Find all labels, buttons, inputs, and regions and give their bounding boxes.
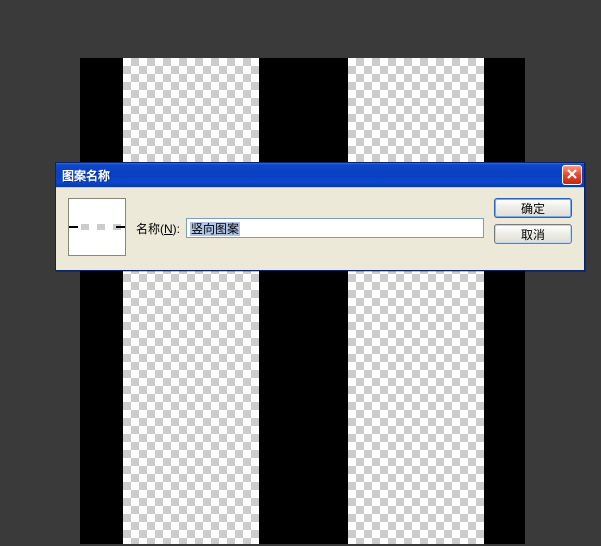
preview-dash-left (69, 226, 78, 228)
pattern-column-left (123, 58, 259, 544)
dialog-titlebar[interactable]: 图案名称 (56, 163, 584, 187)
close-icon (567, 168, 577, 182)
close-button[interactable] (562, 165, 582, 185)
name-row: 名称(N): 竖向图案 (136, 218, 484, 238)
name-label-mnemonic: N (164, 222, 173, 236)
pattern-column-right (348, 58, 484, 544)
pattern-name-value: 竖向图案 (190, 222, 240, 236)
pattern-preview (68, 198, 126, 256)
document-canvas (80, 58, 525, 544)
preview-checker (73, 224, 121, 230)
cancel-button[interactable]: 取消 (494, 224, 572, 244)
ok-button-label: 确定 (521, 200, 545, 217)
preview-dash-right (116, 226, 125, 228)
cancel-button-label: 取消 (521, 226, 545, 243)
dialog-body: 名称(N): 竖向图案 确定 取消 (56, 187, 584, 270)
pattern-name-dialog: 图案名称 名称(N): 竖向图案 确定 取消 (55, 162, 585, 271)
ok-button[interactable]: 确定 (494, 198, 572, 218)
name-label-prefix: 名称( (136, 222, 164, 236)
dialog-buttons: 确定 取消 (494, 198, 572, 244)
name-label: 名称(N): (136, 220, 180, 237)
name-label-suffix: ): (173, 222, 180, 236)
dialog-title: 图案名称 (62, 167, 110, 184)
pattern-name-input[interactable]: 竖向图案 (186, 218, 484, 238)
